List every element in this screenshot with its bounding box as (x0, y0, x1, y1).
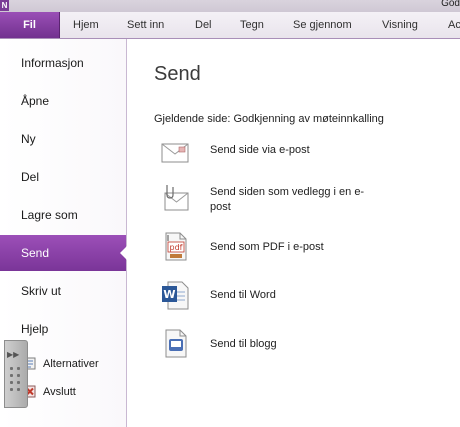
nav-item-label: Alternativer (43, 358, 99, 370)
svg-text:W: W (163, 288, 175, 301)
tab-se-gjennom[interactable]: Se gjennom (293, 12, 352, 38)
grip-dot (10, 374, 13, 377)
dock-handle[interactable]: ▶▶ (4, 340, 28, 408)
option-label: Send siden som vedlegg i en e-post (210, 186, 365, 213)
title-bar: N God (0, 0, 460, 12)
send-pdf-button[interactable]: pdf Send som PDF i e-post (154, 231, 454, 265)
tab-del[interactable]: Del (195, 12, 212, 38)
tab-visning[interactable]: Visning (382, 12, 418, 38)
current-page-label: Gjeldende side: Godkjenning av møteinnka… (154, 113, 384, 125)
option-label: Send til blogg (210, 338, 277, 350)
envelope-icon (161, 143, 189, 163)
blog-icon (165, 329, 187, 358)
expand-arrow-icon: ▶▶ (7, 350, 20, 359)
nav-item-ny[interactable]: Ny (0, 121, 126, 157)
grip-dot (17, 381, 20, 384)
tab-ac[interactable]: Ac (448, 12, 460, 38)
grip-dot (10, 381, 13, 384)
tab-tegn[interactable]: Tegn (240, 12, 264, 38)
send-page-email-button[interactable]: Send side via e-post (154, 137, 454, 171)
tab-sett-inn[interactable]: Sett inn (127, 12, 164, 38)
nav-item-informasjon[interactable]: Informasjon (0, 45, 126, 81)
ribbon-tab-bar: Hjem Sett inn Del Tegn Se gjennom Visnin… (0, 12, 460, 39)
send-to-blog-button[interactable]: Send til blogg (154, 328, 454, 362)
option-label: Send til Word (210, 289, 276, 301)
svg-text:pdf: pdf (170, 243, 183, 252)
nav-item-label: Avslutt (43, 386, 76, 398)
nav-item-del[interactable]: Del (0, 159, 126, 195)
grip-dot (17, 374, 20, 377)
nav-item-lagre-som[interactable]: Lagre som (0, 197, 126, 233)
send-panel: Send Gjeldende side: Godkjenning av møte… (127, 39, 460, 427)
window-title: God (441, 0, 460, 9)
option-label: Send som PDF i e-post (210, 241, 324, 253)
send-attachment-button[interactable]: Send siden som vedlegg i en e-post (154, 183, 454, 217)
grip-dot (17, 388, 20, 391)
tab-fil[interactable]: Fil (0, 12, 60, 38)
onenote-logo-icon: N (0, 0, 9, 11)
grip-dot (10, 367, 13, 370)
envelope-attachment-icon (164, 185, 189, 211)
grip-dot (10, 388, 13, 391)
nav-item-apne[interactable]: Åpne (0, 83, 126, 119)
send-to-word-button[interactable]: W Send til Word (154, 280, 454, 314)
nav-item-skriv-ut[interactable]: Skriv ut (0, 273, 126, 309)
pdf-icon: pdf (165, 232, 187, 261)
option-label: Send side via e-post (210, 144, 310, 156)
grip-dot (17, 367, 20, 370)
page-title: Send (154, 63, 201, 85)
nav-item-send[interactable]: Send (0, 235, 127, 271)
word-icon: W (162, 281, 189, 310)
tab-hjem[interactable]: Hjem (73, 12, 99, 38)
